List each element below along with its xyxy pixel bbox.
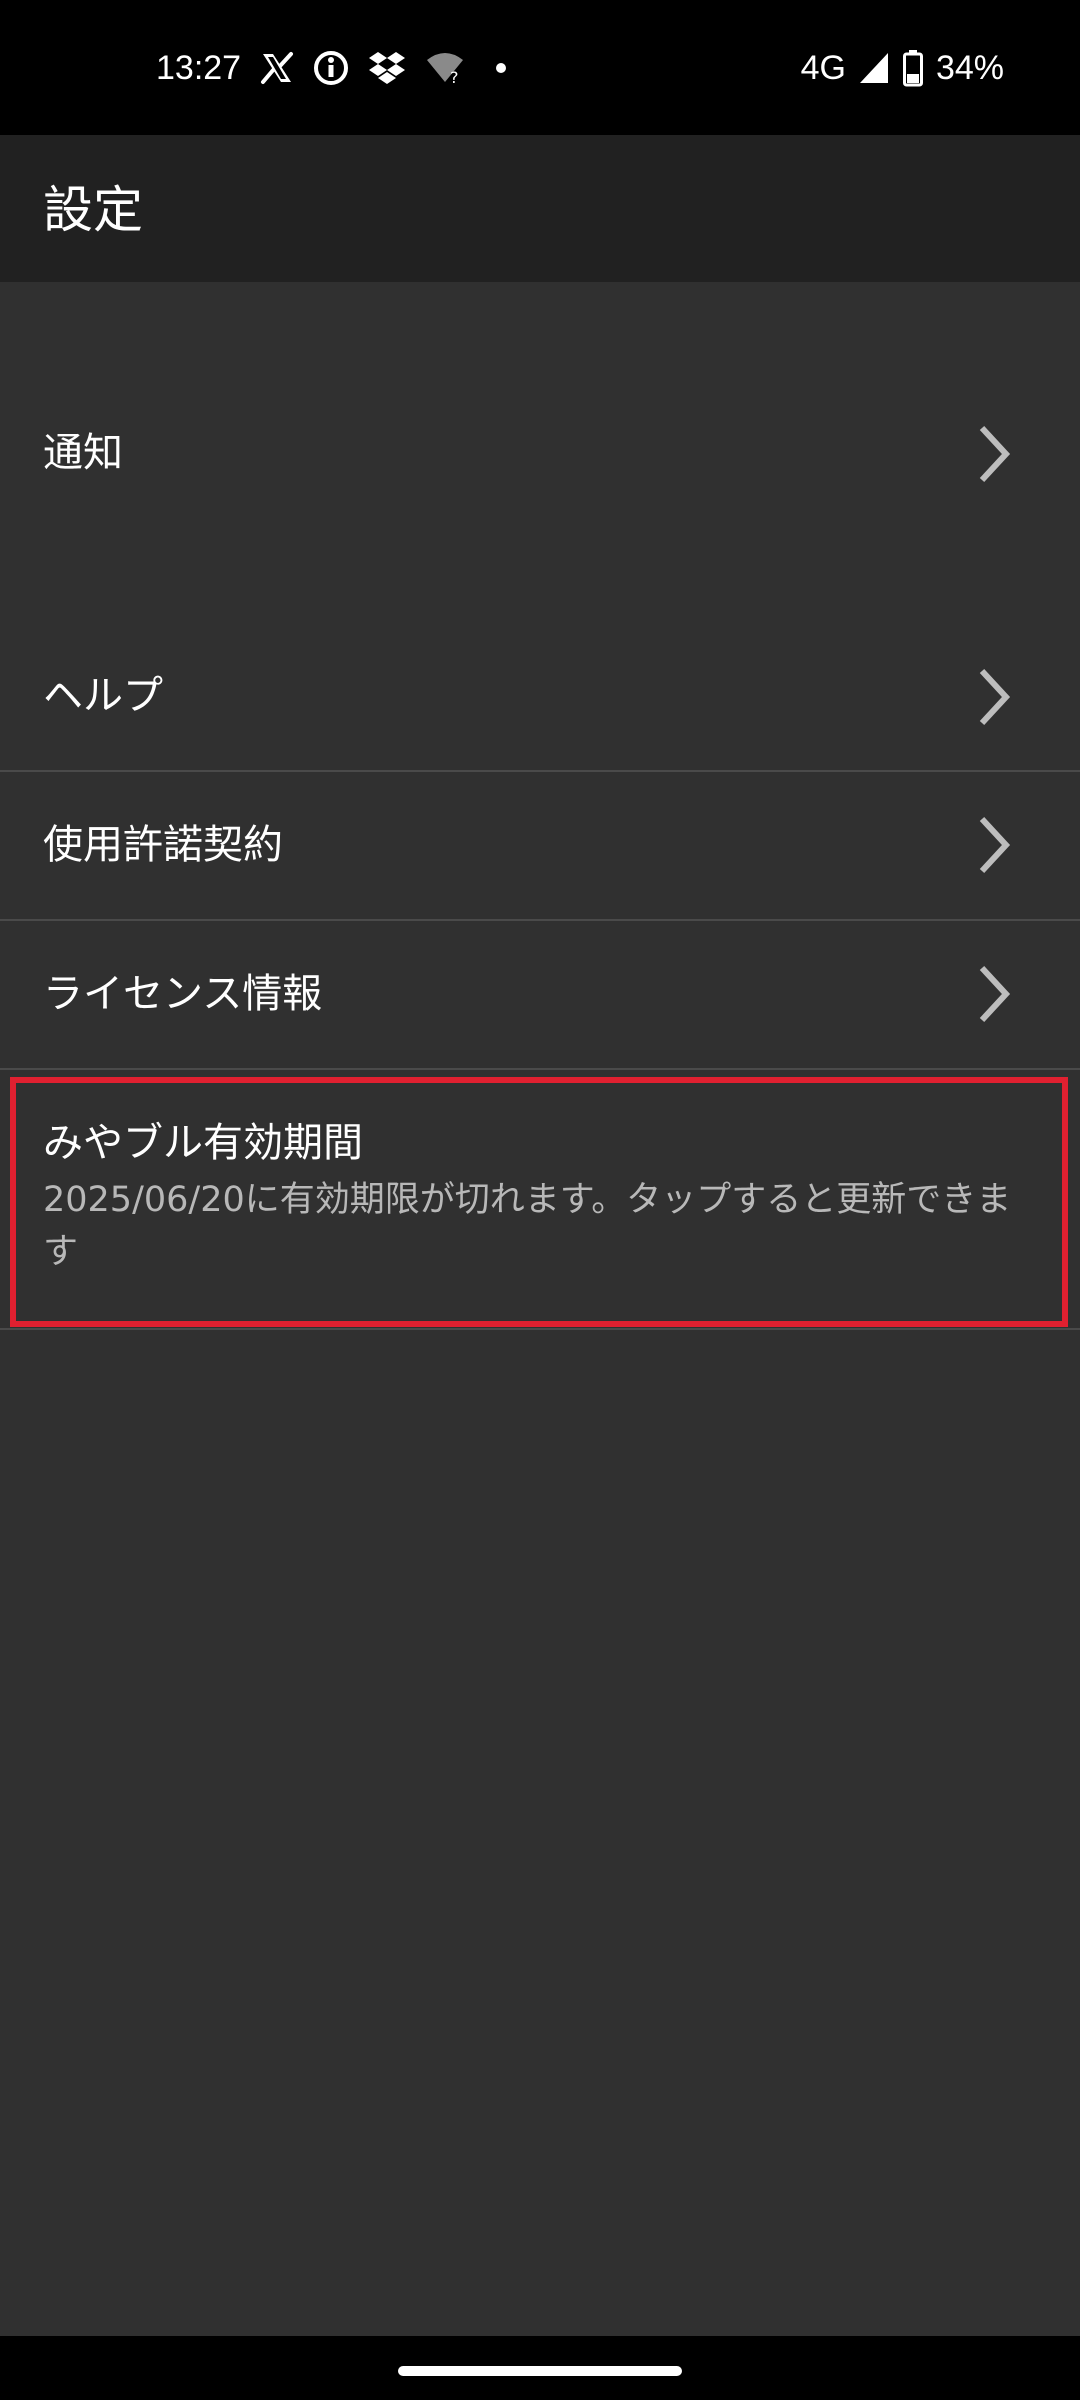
- settings-item-license-agreement[interactable]: 使用許諾契約: [0, 772, 1080, 919]
- settings-item-label: ヘルプ: [43, 673, 163, 719]
- divider: [0, 1328, 1080, 1330]
- page-title: 設定: [43, 181, 143, 239]
- svg-text:?: ?: [450, 68, 459, 86]
- chevron-right-icon: [979, 425, 1011, 483]
- settings-item-license-info[interactable]: ライセンス情報: [0, 921, 1080, 1068]
- status-time: 13:27: [156, 49, 242, 87]
- wifi-unknown-icon: ?: [425, 50, 465, 86]
- info-icon: [313, 50, 349, 86]
- status-bar: 13:27 ? 4G 34%: [0, 0, 1080, 135]
- settings-item-label: ライセンス情報: [43, 971, 323, 1017]
- battery-percent: 34%: [935, 49, 1004, 87]
- chevron-right-icon: [979, 965, 1011, 1023]
- battery-icon: [902, 49, 924, 87]
- settings-item-help[interactable]: ヘルプ: [0, 620, 1080, 770]
- home-handle[interactable]: [398, 2366, 682, 2376]
- dot-icon: [483, 50, 519, 86]
- settings-item-label: 通知: [43, 430, 123, 476]
- highlight-box: [10, 1077, 1068, 1327]
- settings-item-label: 使用許諾契約: [43, 822, 283, 868]
- dropbox-icon: [367, 50, 407, 86]
- settings-item-notifications[interactable]: 通知: [0, 340, 1080, 570]
- toolbar: 設定: [0, 135, 1080, 282]
- status-left: 13:27 ?: [156, 42, 519, 94]
- signal-icon: [858, 51, 890, 85]
- network-type: 4G: [800, 49, 846, 87]
- chevron-right-icon: [979, 668, 1011, 726]
- x-icon: [259, 50, 295, 86]
- status-right: 4G 34%: [801, 42, 1004, 94]
- chevron-right-icon: [979, 816, 1011, 874]
